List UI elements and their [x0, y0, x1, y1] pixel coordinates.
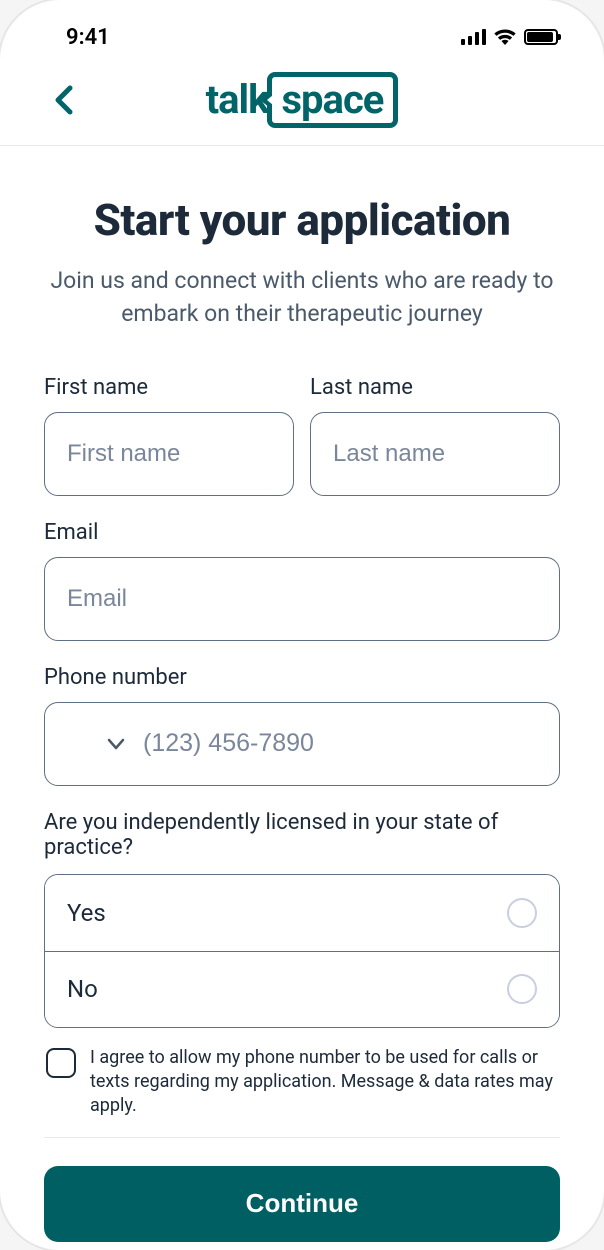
license-option-no-label: No — [67, 975, 98, 1003]
cellular-signal-icon — [461, 29, 486, 45]
continue-button[interactable]: Continue — [44, 1166, 560, 1242]
status-icons — [461, 29, 568, 45]
status-time: 9:41 — [36, 25, 110, 50]
consent-text: I agree to allow my phone number to be u… — [90, 1046, 558, 1119]
back-button[interactable] — [46, 82, 82, 118]
form-footer: Continue — [44, 1138, 560, 1242]
application-form: First name Last name Email Phone number — [44, 375, 560, 1242]
page-title: Start your application — [44, 194, 560, 246]
logo-text-2: space — [282, 76, 384, 123]
battery-icon — [524, 29, 558, 45]
consent-checkbox[interactable] — [46, 1048, 76, 1078]
app-logo: talk space — [206, 72, 399, 128]
first-name-label: First name — [44, 375, 294, 400]
status-bar: 9:41 — [0, 0, 604, 54]
license-option-yes[interactable]: Yes — [45, 875, 559, 951]
radio-icon — [507, 974, 537, 1004]
chevron-left-icon — [54, 84, 74, 116]
license-option-no[interactable]: No — [45, 951, 559, 1027]
phone-label: Phone number — [44, 665, 560, 690]
license-radio-group: Yes No — [44, 874, 560, 1028]
email-label: Email — [44, 520, 560, 545]
consent-row: I agree to allow my phone number to be u… — [44, 1046, 560, 1138]
radio-icon — [507, 898, 537, 928]
phone-input[interactable] — [143, 729, 537, 758]
main-content: Start your application Join us and conne… — [0, 146, 604, 1250]
wifi-icon — [494, 29, 516, 45]
nav-bar: talk space — [0, 54, 604, 146]
license-option-yes-label: Yes — [67, 899, 106, 927]
country-code-selector[interactable] — [67, 738, 125, 750]
email-input[interactable] — [44, 557, 560, 641]
license-question: Are you independently licensed in your s… — [44, 810, 560, 860]
phone-input-wrap[interactable] — [44, 702, 560, 786]
first-name-input[interactable] — [44, 412, 294, 496]
device-frame: 9:41 talk space Start your application — [0, 0, 604, 1250]
last-name-input[interactable] — [310, 412, 560, 496]
page-subtitle: Join us and connect with clients who are… — [44, 264, 560, 331]
last-name-label: Last name — [310, 375, 560, 400]
chevron-down-icon — [107, 738, 125, 750]
